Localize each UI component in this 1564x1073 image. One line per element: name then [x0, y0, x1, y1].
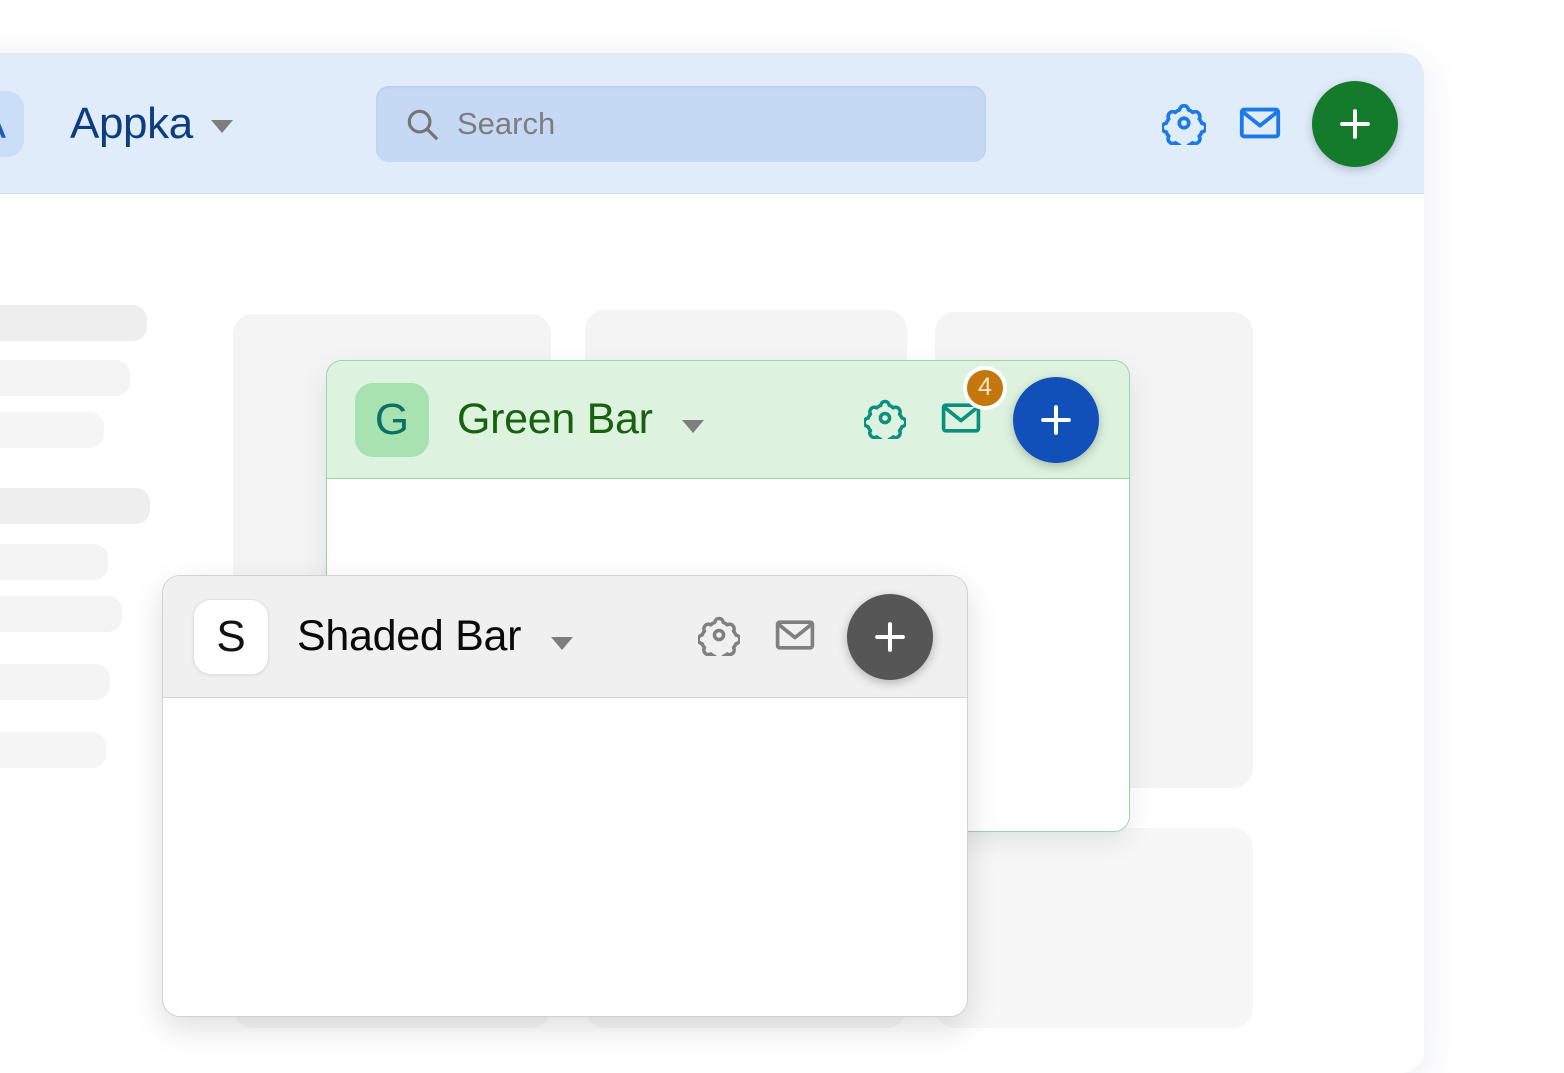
- envelope-icon: [1237, 100, 1283, 149]
- green-bar-settings-button[interactable]: [847, 382, 923, 458]
- green-bar-actions: 4: [847, 365, 1099, 463]
- chevron-down-icon: [210, 120, 233, 133]
- shaded-bar-panel: S Shaded Bar: [162, 575, 968, 1017]
- envelope-icon: [773, 613, 817, 660]
- search-input[interactable]: Search: [376, 86, 986, 162]
- sidebar-skeleton-item: [0, 596, 122, 632]
- sidebar-skeleton-item: [0, 732, 106, 768]
- chevron-down-icon: [550, 637, 573, 650]
- shaded-bar-title-menu[interactable]: Shaded Bar: [297, 612, 573, 661]
- mail-button[interactable]: [1222, 86, 1298, 162]
- gear-icon: [696, 614, 742, 662]
- green-bar-add-button[interactable]: [1013, 376, 1099, 463]
- sidebar-skeleton-item: [0, 360, 130, 396]
- topbar-actions: [1146, 81, 1398, 167]
- green-bar-title-menu[interactable]: Green Bar: [457, 395, 705, 444]
- shaded-bar-avatar[interactable]: S: [193, 598, 269, 675]
- page-title: Appka: [70, 99, 193, 148]
- shaded-bar-body: [163, 698, 967, 1016]
- plus-icon: [875, 621, 905, 652]
- sidebar-skeleton-item: [0, 664, 110, 700]
- green-bar-avatar[interactable]: G: [355, 382, 429, 457]
- sidebar-skeleton-item: [0, 412, 104, 448]
- sidebar-skeleton-item: [0, 488, 150, 524]
- green-bar-mail-button[interactable]: 4: [923, 365, 1007, 458]
- shaded-bar-settings-button[interactable]: [681, 599, 757, 675]
- chevron-down-icon: [682, 420, 705, 433]
- shaded-bar-title: Shaded Bar: [297, 612, 522, 660]
- screen-background: A Appka Search: [0, 0, 1564, 1073]
- gear-icon: [1160, 101, 1208, 151]
- gear-icon: [862, 397, 908, 445]
- settings-button[interactable]: [1146, 86, 1222, 162]
- search-placeholder: Search: [457, 106, 556, 141]
- search-icon: [403, 105, 441, 143]
- shaded-bar-avatar-letter: S: [216, 611, 246, 661]
- shaded-bar-actions: [681, 593, 933, 680]
- plus-icon: [1340, 109, 1370, 139]
- app-topbar: A Appka Search: [0, 53, 1424, 194]
- background-card: [935, 828, 1253, 1028]
- app-window: A Appka Search: [0, 53, 1424, 1073]
- workspace-avatar-letter: A: [0, 99, 6, 149]
- plus-icon: [1041, 404, 1071, 435]
- app-title-menu[interactable]: Appka: [70, 91, 233, 157]
- add-button[interactable]: [1312, 81, 1398, 167]
- green-bar-header: G Green Bar 4: [327, 361, 1129, 479]
- unread-count-badge: 4: [963, 365, 1007, 410]
- sidebar-skeleton-item: [0, 305, 147, 341]
- sidebar-skeleton-item: [0, 544, 108, 580]
- shaded-bar-header: S Shaded Bar: [163, 576, 967, 698]
- green-bar-avatar-letter: G: [374, 394, 410, 444]
- shaded-bar-mail-button[interactable]: [757, 599, 833, 675]
- workspace-avatar[interactable]: A: [0, 91, 24, 157]
- green-bar-title: Green Bar: [457, 395, 653, 443]
- shaded-bar-add-button[interactable]: [847, 593, 933, 680]
